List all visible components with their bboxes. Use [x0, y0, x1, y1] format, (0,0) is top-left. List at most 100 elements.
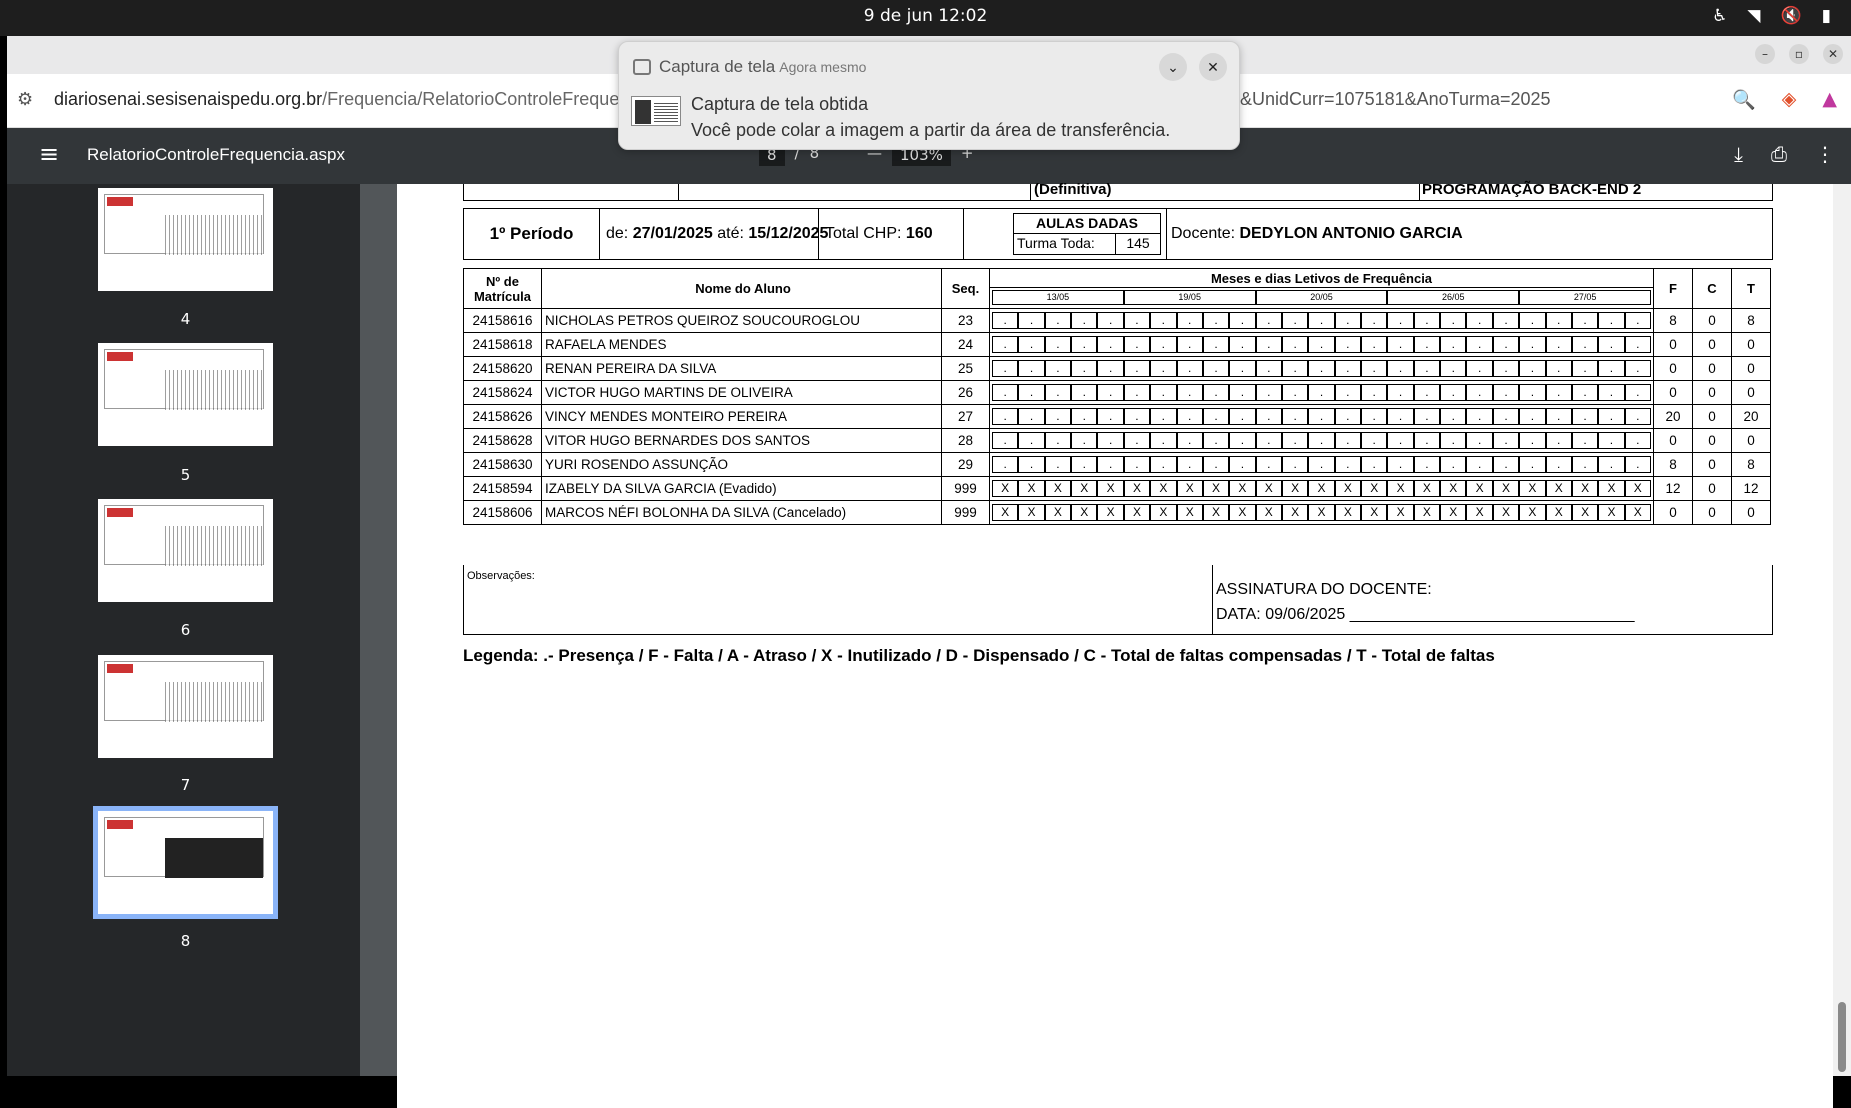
- brave-shield-icon[interactable]: ◈: [1782, 88, 1797, 111]
- faltas-cell: 0: [1653, 428, 1693, 453]
- maximize-button[interactable]: ▫: [1789, 44, 1809, 64]
- attendance-mark: X: [1097, 480, 1124, 497]
- screenshot-notification[interactable]: Captura de tela Agora mesmo Captura de te…: [618, 41, 1240, 150]
- compensadas-cell: 0: [1692, 356, 1732, 381]
- thumbnail-page-4[interactable]: [98, 188, 273, 291]
- attendance-mark: .: [1387, 384, 1414, 401]
- close-notification-button[interactable]: ✕: [1199, 53, 1227, 81]
- thumbnail-page-5[interactable]: [98, 343, 273, 446]
- attendance-mark: .: [1308, 312, 1335, 329]
- attendance-mark: .: [1176, 432, 1203, 449]
- table-row: 24158616 NICHOLAS PETROS QUEIROZ SOUCOURO…: [463, 308, 1771, 333]
- site-info-icon[interactable]: ⚙: [17, 89, 33, 110]
- print-icon[interactable]: ⎙: [1771, 142, 1787, 166]
- system-clock[interactable]: 9 de jun 12:02: [0, 6, 1851, 26]
- more-options-icon[interactable]: ⋮: [1815, 142, 1835, 166]
- attendance-mark: .: [1598, 456, 1625, 473]
- expand-notification-button[interactable]: ⌄: [1159, 53, 1187, 81]
- attendance-mark: .: [1598, 312, 1625, 329]
- attendance-mark: X: [1413, 480, 1441, 497]
- col-t: T: [1731, 268, 1771, 309]
- attendance-mark: .: [1176, 360, 1203, 377]
- docente-name: DEDYLON ANTONIO GARCIA: [1239, 225, 1463, 242]
- attendance-mark: .: [1387, 408, 1414, 425]
- menu-icon[interactable]: ≡: [39, 140, 59, 168]
- matricula-cell: 24158628: [463, 428, 542, 453]
- attendance-mark: .: [1255, 312, 1282, 329]
- attendance-mark: .: [1018, 456, 1045, 473]
- attendance-mark: .: [1176, 336, 1203, 353]
- attendance-mark: .: [1492, 336, 1520, 353]
- attendance-mark: .: [1571, 384, 1599, 401]
- attendance-mark: .: [1229, 360, 1256, 377]
- attendance-mark: X: [1123, 480, 1151, 497]
- chp-value: 160: [905, 225, 933, 242]
- attendance-mark: .: [1229, 312, 1256, 329]
- thumbnail-label: 4: [180, 310, 191, 328]
- attendance-mark: X: [1413, 504, 1441, 521]
- attendance-mark: X: [1440, 480, 1467, 497]
- attendance-mark: .: [1571, 336, 1599, 353]
- battery-icon[interactable]: ▮: [1822, 6, 1831, 26]
- observations-box: Observações: ASSINATURA DO DOCENTE: DATA…: [463, 565, 1773, 635]
- attendance-mark: .: [1492, 384, 1520, 401]
- col-f: F: [1653, 268, 1693, 309]
- attendance-mark: X: [1545, 480, 1572, 497]
- attendance-mark: X: [1097, 504, 1124, 521]
- wifi-icon[interactable]: ◥: [1747, 6, 1760, 26]
- attendance-mark: .: [1097, 456, 1124, 473]
- document-scrollbar[interactable]: [1833, 184, 1851, 1076]
- attendance-mark: .: [1519, 336, 1546, 353]
- accessibility-icon[interactable]: ♿: [1712, 6, 1727, 26]
- attendance-mark: .: [1150, 360, 1177, 377]
- student-name-cell: IZABELY DA SILVA GARCIA (Evadido): [541, 476, 942, 501]
- attendance-mark: X: [1545, 504, 1572, 521]
- attendance-mark: .: [1150, 456, 1177, 473]
- period-range: de: 27/01/2025 até: 15/12/2025: [600, 209, 828, 259]
- attendance-mark: .: [1545, 456, 1572, 473]
- attendance-mark: X: [1571, 480, 1599, 497]
- attendance-mark: .: [1387, 456, 1414, 473]
- attendance-mark: X: [1281, 504, 1309, 521]
- attendance-mark: X: [1123, 504, 1151, 521]
- dates-row: 13/05 19/05 20/05 26/05 27/05: [990, 288, 1653, 307]
- zoom-icon[interactable]: 🔍: [1732, 88, 1756, 111]
- col-c: C: [1692, 268, 1732, 309]
- seq-cell: 28: [941, 428, 990, 453]
- attendance-mark: .: [1044, 408, 1072, 425]
- attendance-mark: .: [1281, 360, 1309, 377]
- attendance-mark: .: [1018, 360, 1045, 377]
- faltas-cell: 0: [1653, 332, 1693, 357]
- seq-cell: 24: [941, 332, 990, 357]
- meses-label: Meses e dias Letivos de Frequência: [990, 270, 1653, 288]
- attendance-mark: .: [1334, 336, 1362, 353]
- minimize-button[interactable]: –: [1755, 44, 1775, 64]
- attendance-mark: .: [1123, 336, 1151, 353]
- notification-app: Captura de tela Agora mesmo: [659, 57, 866, 77]
- frequency-grid-cell: .........................: [989, 308, 1654, 333]
- attendance-mark: .: [1123, 432, 1151, 449]
- table-row: 24158606 MARCOS NÉFI BOLONHA DA SILVA (Ca…: [463, 500, 1771, 525]
- attendance-mark: .: [1176, 456, 1203, 473]
- attendance-mark: .: [1308, 432, 1335, 449]
- volume-muted-icon[interactable]: 🔇: [1780, 6, 1801, 26]
- thumbnail-page-8[interactable]: [93, 806, 278, 919]
- url-text[interactable]: diariosenai.sesisenaispedu.org.br/Freque…: [54, 89, 629, 110]
- url-tail[interactable]: &UnidCurr=1075181&AnoTurma=2025: [1240, 89, 1551, 110]
- matricula-cell: 24158630: [463, 452, 542, 477]
- brave-rewards-icon[interactable]: ▲: [1822, 88, 1837, 111]
- attendance-mark: .: [1624, 384, 1651, 401]
- attendance-mark: .: [1255, 456, 1282, 473]
- close-window-button[interactable]: ✕: [1823, 44, 1843, 64]
- seq-cell: 25: [941, 356, 990, 381]
- attendance-mark: .: [1176, 384, 1203, 401]
- thumbnail-page-7[interactable]: [98, 655, 273, 758]
- attendance-mark: X: [1281, 480, 1309, 497]
- thumbnail-page-6[interactable]: [98, 499, 273, 602]
- attendance-mark: .: [992, 384, 1019, 401]
- aulas-dadas-box: AULAS DADAS Turma Toda: 145: [1013, 213, 1161, 255]
- system-tray[interactable]: ♿ ◥ 🔇 ▮: [1712, 6, 1831, 26]
- download-icon[interactable]: ⤓: [1734, 142, 1743, 166]
- attendance-mark: .: [1624, 312, 1651, 329]
- frequency-grid-cell: .........................: [989, 428, 1654, 453]
